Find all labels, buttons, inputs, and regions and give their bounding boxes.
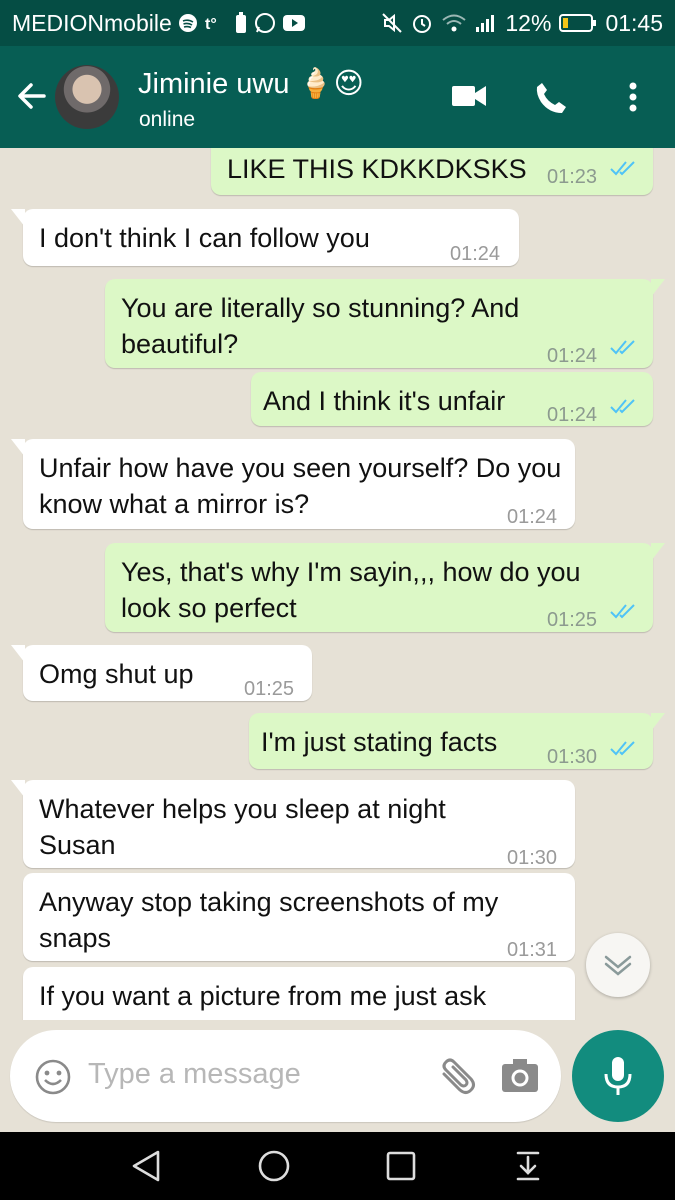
message-text: And I think it's unfair [263, 386, 506, 416]
circle-home-icon [258, 1150, 290, 1182]
chevron-double-down-icon [604, 955, 632, 976]
battery-icon [559, 13, 597, 33]
message-time: 01:23 [547, 166, 598, 188]
message-time: 01:24 [547, 404, 598, 426]
message-incoming[interactable]: If you want a picture from me just ask [23, 967, 575, 1020]
spotify-icon [178, 13, 198, 33]
message-incoming[interactable]: Whatever helps you sleep at night Susan … [11, 780, 575, 869]
camera-icon [502, 1059, 538, 1092]
clock: 01:45 [605, 9, 663, 36]
youtube-icon [282, 14, 306, 32]
camera-button[interactable] [500, 1056, 540, 1101]
back-button[interactable] [14, 78, 50, 114]
bubble-tail [651, 713, 665, 731]
bubble-tail [11, 645, 25, 663]
square-recents-icon [386, 1151, 416, 1181]
message-list[interactable]: LIKE THIS KDKKDKSKS 01:23 I don't think … [0, 148, 675, 1020]
message-incoming[interactable]: Unfair how have you seen yourself? Do yo… [11, 439, 575, 529]
bubble-tail [651, 543, 665, 561]
double-check-icon [610, 399, 635, 414]
message-incoming[interactable]: Omg shut up 01:25 [11, 645, 312, 701]
message-time: 01:24 [547, 345, 598, 367]
message-time: 01:24 [450, 243, 501, 265]
message-outgoing[interactable]: You are literally so stunning? And beaut… [105, 279, 665, 368]
message-text: I don't think I can follow you [39, 223, 370, 253]
message-text: Anyway stop taking screenshots of my sna… [39, 887, 499, 953]
double-check-icon [610, 741, 635, 756]
message-time: 01:31 [507, 939, 558, 961]
whatsapp-icon [254, 12, 276, 34]
video-camera-icon [452, 86, 486, 106]
paperclip-icon [442, 1058, 475, 1094]
battery-saver-icon [234, 12, 248, 34]
bubble-tail [11, 439, 25, 457]
double-check-icon [610, 340, 635, 355]
avatar[interactable] [55, 65, 119, 129]
svg-text:t°: t° [205, 16, 217, 33]
contact-name[interactable]: Jiminie uwu 🍦😍 [138, 66, 364, 101]
message-time: 01:30 [507, 847, 558, 869]
contact-status: online [139, 108, 196, 131]
phone-icon [536, 83, 566, 113]
message-input[interactable]: Type a message [10, 1030, 561, 1122]
message-outgoing[interactable]: LIKE THIS KDKKDKSKS 01:23 [211, 148, 653, 195]
message-text: Omg shut up [39, 659, 194, 689]
arrow-left-icon [18, 83, 46, 109]
message-time: 01:24 [507, 506, 558, 528]
scroll-to-bottom-button[interactable] [586, 933, 650, 997]
more-options-button[interactable] [625, 80, 641, 121]
video-call-button[interactable] [451, 80, 487, 117]
voice-call-button[interactable] [533, 80, 569, 121]
message-time: 01:25 [244, 678, 295, 700]
bubble-tail [651, 279, 665, 297]
nav-notifications-button[interactable] [512, 1149, 544, 1188]
voice-message-button[interactable] [572, 1030, 664, 1122]
alarm-icon [411, 12, 433, 34]
message-time: 01:30 [547, 746, 598, 768]
kebab-menu-icon [629, 82, 637, 112]
message-outgoing[interactable]: I'm just stating facts 01:30 [249, 713, 665, 769]
message-outgoing[interactable]: Yes, that's why I'm sayin,,, how do you … [105, 543, 665, 632]
pull-down-icon [516, 1151, 540, 1181]
message-text: You are literally so stunning? And beaut… [121, 293, 520, 359]
message-incoming[interactable]: Anyway stop taking screenshots of my sna… [23, 873, 575, 961]
message-time: 01:25 [547, 609, 598, 631]
wifi-icon [441, 13, 467, 33]
message-text: If you want a picture from me just ask [39, 981, 487, 1011]
mute-icon [381, 12, 403, 34]
message-incoming[interactable]: I don't think I can follow you 01:24 [11, 209, 519, 266]
nav-back-button[interactable] [130, 1149, 162, 1188]
chat-header: Jiminie uwu 🍦😍 online [0, 46, 675, 148]
battery-percent: 12% [505, 9, 552, 36]
nav-recents-button[interactable] [385, 1149, 417, 1188]
message-text: LIKE THIS KDKKDKSKS [227, 154, 527, 184]
microphone-icon [604, 1057, 632, 1095]
signal-icon [475, 13, 497, 33]
message-placeholder: Type a message [88, 1058, 301, 1090]
message-outgoing[interactable]: And I think it's unfair 01:24 [251, 372, 653, 426]
smiley-icon [35, 1059, 71, 1095]
attach-button[interactable] [436, 1056, 480, 1101]
message-text: I'm just stating facts [261, 727, 498, 757]
bubble-tail [11, 780, 25, 798]
composer: Type a message [0, 1020, 675, 1132]
message-text: Whatever helps you sleep at night Susan [39, 794, 446, 860]
nav-home-button[interactable] [257, 1149, 291, 1188]
message-text: Unfair how have you seen yourself? Do yo… [39, 453, 562, 519]
system-navigation-bar [0, 1132, 675, 1200]
double-check-icon [610, 604, 635, 619]
bubble-tail [11, 209, 25, 227]
status-bar: MEDIONmobile t° 12% 01:45 [0, 0, 675, 46]
t-mobile-icon: t° [204, 13, 228, 33]
double-check-icon [610, 161, 635, 176]
emoji-button[interactable] [34, 1058, 72, 1101]
carrier-label: MEDIONmobile [12, 9, 172, 36]
triangle-back-icon [132, 1150, 160, 1182]
